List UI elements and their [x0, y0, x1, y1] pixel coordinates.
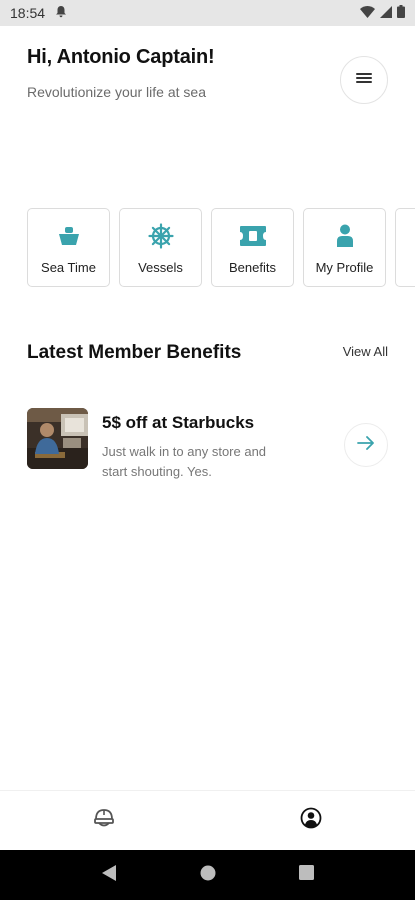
captain-helmet-icon	[93, 807, 115, 834]
arrow-right-icon	[357, 435, 375, 455]
quick-action-benefits[interactable]: Benefits	[211, 208, 294, 287]
quick-action-label: Sea Time	[41, 260, 96, 275]
greeting-tagline: Revolutionize your life at sea	[27, 84, 206, 100]
quick-action-partial[interactable]: Jo	[395, 208, 415, 287]
ticket-icon	[239, 223, 267, 249]
quick-action-sea-time[interactable]: Sea Time	[27, 208, 110, 287]
notification-bell-icon	[55, 5, 67, 21]
menu-button[interactable]	[340, 56, 388, 104]
account-circle-icon	[300, 807, 322, 834]
greeting-title: Hi, Antonio Captain!	[27, 46, 215, 68]
home-icon[interactable]	[200, 865, 216, 886]
benefit-title: 5$ off at Starbucks	[102, 413, 255, 432]
recents-icon[interactable]	[298, 865, 314, 885]
view-all-link[interactable]: View All	[343, 344, 388, 359]
back-icon[interactable]	[101, 864, 117, 887]
system-navigation-bar	[0, 850, 415, 900]
header: Hi, Antonio Captain! Revolutionize your …	[27, 46, 388, 104]
quick-action-label: Vessels	[138, 260, 183, 275]
nav-tab-profile[interactable]	[208, 791, 415, 850]
section-title: Latest Member Benefits	[27, 342, 242, 363]
benefit-description: Just walk in to any store and start shou…	[102, 444, 267, 479]
quick-action-label: My Profile	[315, 260, 374, 275]
battery-icon	[397, 5, 405, 21]
hamburger-menu-icon	[356, 71, 372, 89]
wifi-icon	[360, 5, 375, 21]
status-bar: 18:54	[0, 0, 415, 26]
benefit-thumbnail	[27, 408, 88, 469]
quick-action-label: Benefits	[229, 260, 276, 275]
section-header: Latest Member Benefits View All	[27, 342, 388, 364]
benefit-item[interactable]: 5$ off at Starbucks Just walk in to any …	[27, 408, 388, 479]
ship-icon	[58, 223, 80, 249]
person-icon	[336, 223, 354, 249]
quick-action-vessels[interactable]: Vessels	[119, 208, 202, 287]
cell-signal-icon	[380, 5, 392, 21]
status-time: 18:54	[10, 5, 46, 21]
quick-action-my-profile[interactable]: My Profile	[303, 208, 386, 287]
nav-tab-home[interactable]	[0, 791, 208, 850]
bottom-navigation	[0, 790, 415, 850]
quick-actions: Sea Time Vessels Benefits My Profile	[27, 208, 415, 287]
benefit-open-button[interactable]	[344, 423, 388, 467]
ship-wheel-icon	[147, 223, 174, 249]
